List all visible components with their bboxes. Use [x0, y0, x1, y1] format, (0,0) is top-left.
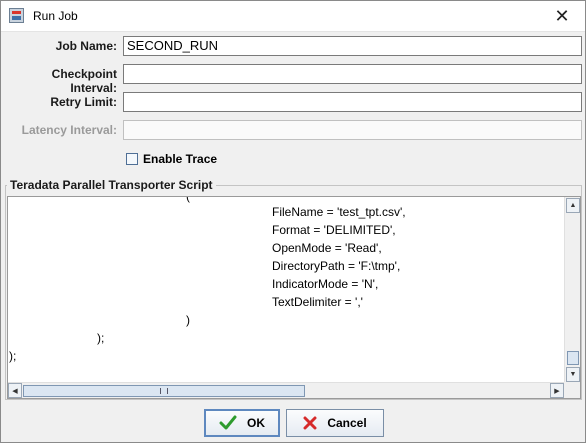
enable-trace-checkbox[interactable] — [126, 153, 138, 165]
cancel-button[interactable]: Cancel — [286, 409, 384, 437]
checkpoint-interval-field[interactable] — [123, 64, 582, 84]
script-line: FileName = 'test_tpt.csv', — [272, 205, 406, 219]
script-line: IndicatorMode = 'N', — [272, 277, 379, 291]
scroll-corner — [564, 382, 580, 398]
script-editor[interactable]: ( FileName = 'test_tpt.csv', Format = 'D… — [7, 196, 581, 399]
ok-button-label: OK — [247, 416, 265, 430]
app-icon — [9, 8, 24, 23]
close-icon[interactable]: ✕ — [539, 1, 585, 31]
latency-interval-label: Latency Interval: — [21, 123, 117, 137]
cancel-button-label: Cancel — [327, 416, 367, 430]
script-line: ); — [97, 331, 105, 345]
script-line: TextDelimiter = ',' — [272, 295, 363, 309]
retry-limit-label: Retry Limit: — [50, 95, 117, 109]
script-line: ); — [9, 349, 17, 363]
scroll-right-icon[interactable]: ▶ — [550, 383, 564, 398]
enable-trace-label[interactable]: Enable Trace — [143, 152, 217, 166]
vertical-scroll-thumb[interactable] — [567, 351, 579, 365]
job-name-field[interactable]: SECOND_RUN — [123, 36, 582, 56]
enable-trace-row[interactable]: Enable Trace — [126, 152, 217, 166]
horizontal-scrollbar[interactable]: ◀ ▶ — [8, 382, 564, 398]
script-group-title: Teradata Parallel Transporter Script — [7, 178, 216, 192]
ok-button[interactable]: OK — [204, 409, 280, 437]
script-line: DirectoryPath = 'F:\tmp', — [272, 259, 401, 273]
horizontal-scroll-thumb[interactable] — [23, 385, 305, 397]
script-line: ( — [186, 197, 190, 203]
script-text-area[interactable]: ( FileName = 'test_tpt.csv', Format = 'D… — [8, 197, 564, 382]
window-title: Run Job — [33, 9, 78, 23]
retry-limit-field[interactable] — [123, 92, 582, 112]
script-line: Format = 'DELIMITED', — [272, 223, 396, 237]
run-job-dialog: Run Job ✕ Job Name: SECOND_RUN Checkpoin… — [0, 0, 586, 443]
script-line: OpenMode = 'Read', — [272, 241, 382, 255]
title-bar: Run Job ✕ — [1, 1, 585, 32]
job-name-label: Job Name: — [55, 39, 117, 53]
script-line: ) — [186, 313, 190, 327]
scroll-up-icon[interactable]: ▲ — [566, 198, 580, 213]
checkpoint-interval-label: Checkpoint Interval: — [51, 67, 117, 95]
cross-icon — [303, 416, 317, 430]
scroll-left-icon[interactable]: ◀ — [8, 383, 22, 398]
vertical-scrollbar[interactable]: ▲ ▼ — [564, 197, 580, 382]
scroll-down-icon[interactable]: ▼ — [566, 367, 580, 382]
checkmark-icon — [219, 415, 237, 431]
latency-interval-field — [123, 120, 582, 140]
